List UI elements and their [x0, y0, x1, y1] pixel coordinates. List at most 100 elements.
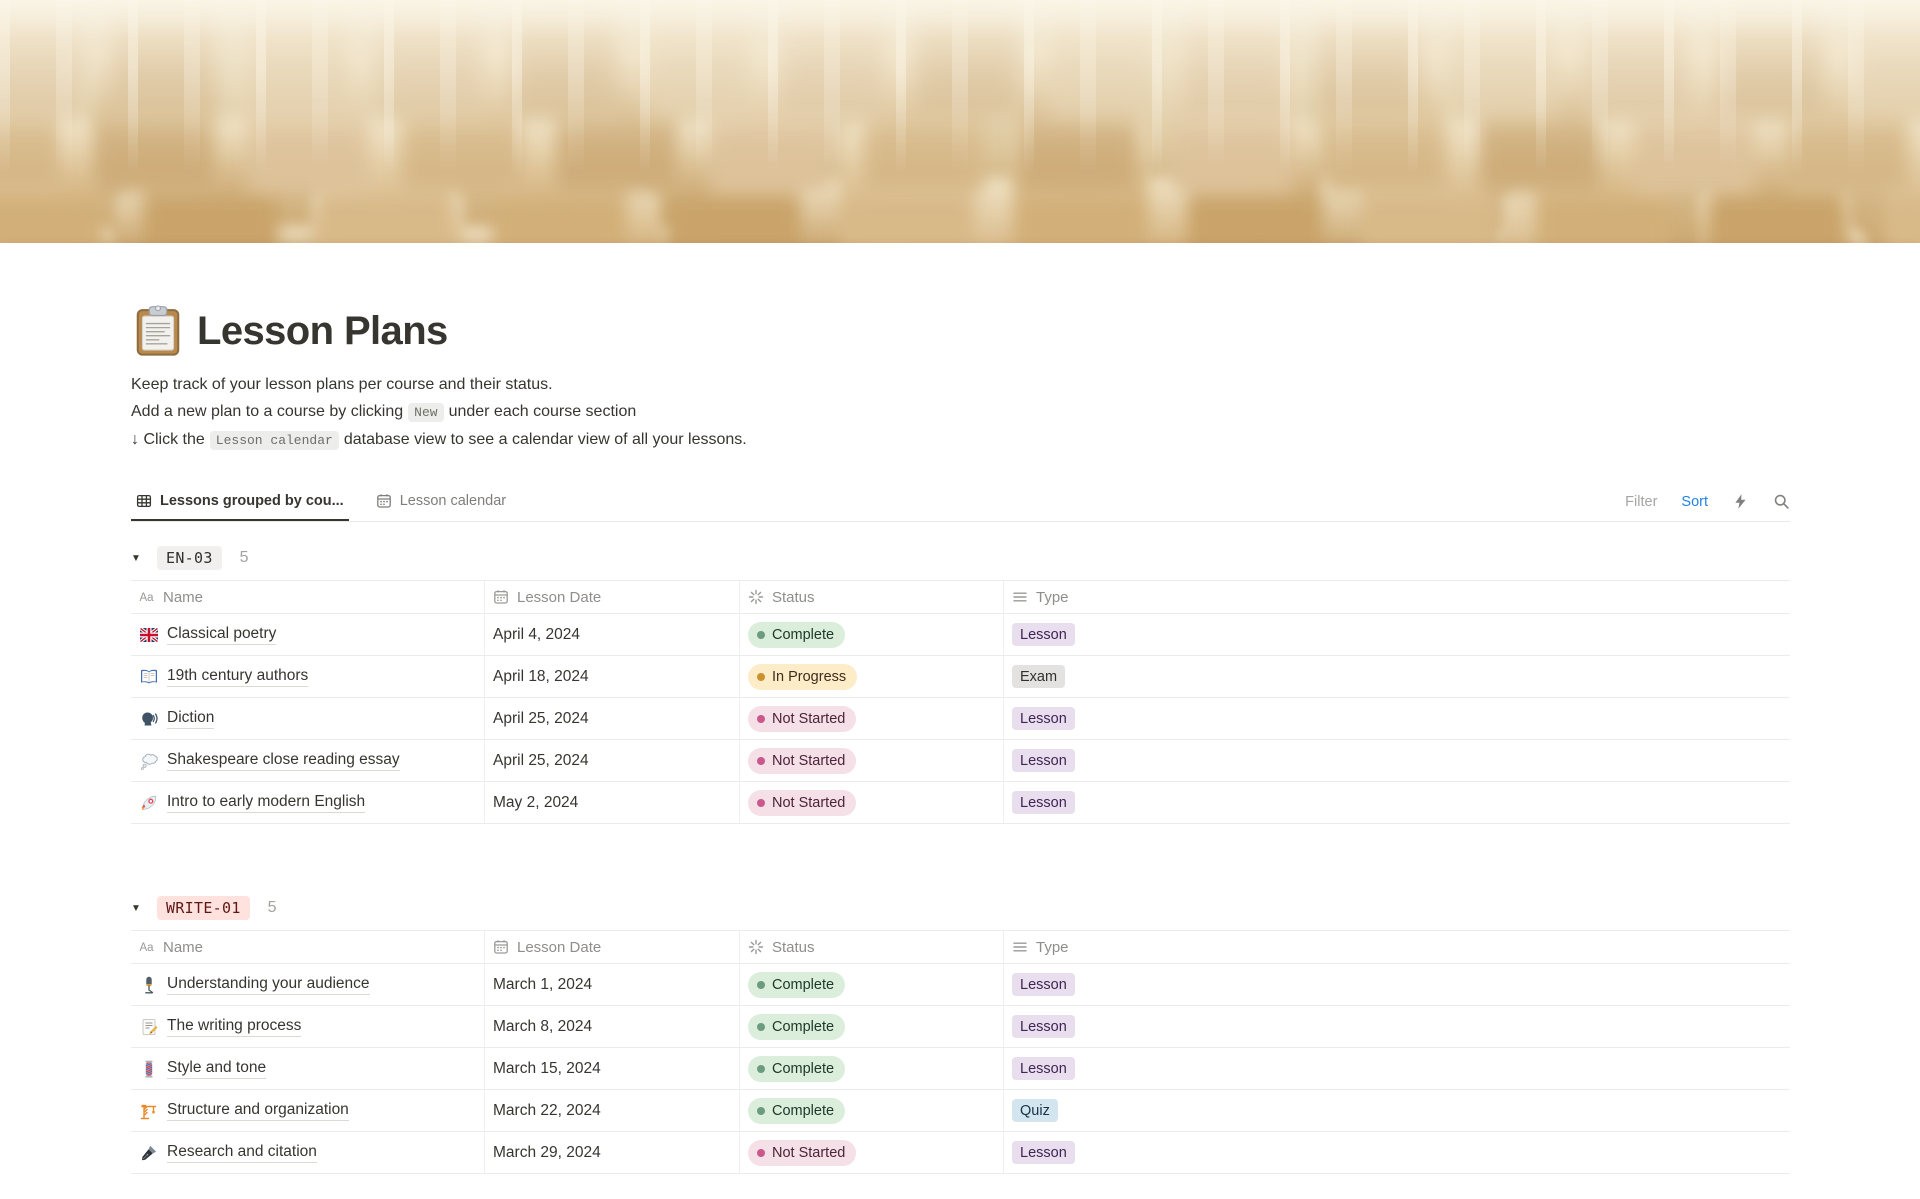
status-label: Not Started	[772, 1144, 846, 1161]
type-badge[interactable]: Quiz	[1012, 1099, 1058, 1122]
status-dot-icon	[757, 756, 765, 765]
group-tag[interactable]: EN-03	[157, 546, 222, 570]
list-icon	[1012, 939, 1028, 955]
type-badge[interactable]: Lesson	[1012, 623, 1075, 646]
lesson-date[interactable]: April 25, 2024	[485, 740, 740, 781]
clipboard-icon[interactable]	[131, 303, 185, 359]
tab-lessons-grouped-by-course[interactable]: Lessons grouped by cou...	[131, 482, 349, 521]
status-badge[interactable]: Complete	[748, 971, 846, 998]
tab-lesson-calendar[interactable]: Lesson calendar	[371, 482, 511, 521]
group-toggle-icon[interactable]: ▼	[131, 553, 157, 564]
status-badge[interactable]: Not Started	[748, 789, 857, 816]
table-row[interactable]: 19th century authors April 18, 2024 In P…	[131, 656, 1790, 698]
group-toggle-icon[interactable]: ▼	[131, 903, 157, 914]
status-badge[interactable]: Not Started	[748, 1139, 857, 1166]
type-cell: Lesson	[1004, 1006, 1790, 1047]
type-badge[interactable]: Lesson	[1012, 1015, 1075, 1038]
lesson-title[interactable]: Intro to early modern English	[167, 793, 366, 813]
inline-code-new: New	[408, 403, 444, 422]
lesson-title[interactable]: The writing process	[167, 1017, 302, 1037]
table-row[interactable]: Shakespeare close reading essay April 25…	[131, 740, 1790, 782]
page-title[interactable]: Lesson Plans	[197, 309, 448, 354]
status-badge[interactable]: Complete	[748, 1013, 846, 1040]
table-row[interactable]: Understanding your audience March 1, 202…	[131, 964, 1790, 1006]
type-badge[interactable]: Exam	[1012, 665, 1066, 688]
column-header-lesson-date[interactable]: Lesson Date	[485, 931, 740, 963]
notion-page: Lesson Plans Keep track of your lesson p…	[0, 0, 1920, 1199]
search-icon[interactable]	[1773, 493, 1790, 510]
status-badge[interactable]: Not Started	[748, 747, 857, 774]
type-badge[interactable]: Lesson	[1012, 1057, 1075, 1080]
status-dot-icon	[757, 1022, 765, 1031]
status-label: Complete	[772, 1060, 835, 1077]
status-dot-icon	[757, 714, 765, 723]
table-rows: Understanding your audience March 1, 202…	[131, 964, 1790, 1174]
table-row[interactable]: The writing process March 8, 2024 Comple…	[131, 1006, 1790, 1048]
text-icon	[139, 939, 155, 955]
uk-flag-icon	[139, 625, 159, 645]
lesson-title[interactable]: Classical poetry	[167, 625, 277, 645]
status-badge[interactable]: In Progress	[748, 663, 858, 690]
lightning-icon[interactable]	[1732, 493, 1749, 510]
description-text: Add a new plan to a course by clicking	[131, 403, 404, 420]
lesson-date[interactable]: March 15, 2024	[485, 1048, 740, 1089]
lesson-title[interactable]: Understanding your audience	[167, 975, 370, 995]
type-badge[interactable]: Lesson	[1012, 749, 1075, 772]
table-row[interactable]: Style and tone March 15, 2024 Complete L…	[131, 1048, 1790, 1090]
table-row[interactable]: Diction April 25, 2024 Not Started Lesso…	[131, 698, 1790, 740]
lesson-date[interactable]: April 4, 2024	[485, 614, 740, 655]
barber-pole-icon	[139, 1059, 159, 1079]
column-label: Type	[1036, 938, 1069, 956]
filter-button[interactable]: Filter	[1625, 494, 1657, 510]
column-label: Status	[772, 938, 815, 956]
status-cell: Not Started	[740, 782, 1004, 823]
status-cell: Complete	[740, 614, 1004, 655]
table-row[interactable]: Research and citation March 29, 2024 Not…	[131, 1132, 1790, 1174]
status-badge[interactable]: Complete	[748, 1055, 846, 1082]
type-badge[interactable]: Lesson	[1012, 973, 1075, 996]
type-badge[interactable]: Lesson	[1012, 707, 1075, 730]
memo-icon	[139, 1017, 159, 1037]
status-badge[interactable]: Complete	[748, 621, 846, 648]
lesson-date[interactable]: March 29, 2024	[485, 1132, 740, 1173]
lesson-date[interactable]: April 25, 2024	[485, 698, 740, 739]
lesson-date[interactable]: April 18, 2024	[485, 656, 740, 697]
status-badge[interactable]: Not Started	[748, 705, 857, 732]
lesson-date[interactable]: March 8, 2024	[485, 1006, 740, 1047]
table-row[interactable]: Structure and organization March 22, 202…	[131, 1090, 1790, 1132]
lesson-title[interactable]: Research and citation	[167, 1143, 317, 1163]
status-label: Complete	[772, 1018, 835, 1035]
status-cell: Complete	[740, 964, 1004, 1005]
lesson-title[interactable]: Style and tone	[167, 1059, 267, 1079]
lesson-title[interactable]: 19th century authors	[167, 667, 309, 687]
status-dot-icon	[757, 672, 765, 681]
group-tag[interactable]: WRITE-01	[157, 896, 250, 920]
sort-button[interactable]: Sort	[1681, 494, 1708, 510]
lesson-date[interactable]: May 2, 2024	[485, 782, 740, 823]
description-line-2: Add a new plan to a course by clicking Ne…	[131, 398, 1790, 426]
table-row[interactable]: Classical poetry April 4, 2024 Complete …	[131, 614, 1790, 656]
lesson-date[interactable]: March 22, 2024	[485, 1090, 740, 1131]
lesson-title[interactable]: Diction	[167, 709, 215, 729]
cover-image[interactable]	[0, 0, 1920, 243]
lesson-title[interactable]: Shakespeare close reading essay	[167, 751, 400, 771]
table-row[interactable]: Intro to early modern English May 2, 202…	[131, 782, 1790, 824]
column-header-status[interactable]: Status	[740, 931, 1004, 963]
column-header-lesson-date[interactable]: Lesson Date	[485, 581, 740, 613]
column-header-type[interactable]: Type	[1004, 931, 1790, 963]
column-header-status[interactable]: Status	[740, 581, 1004, 613]
column-header-type[interactable]: Type	[1004, 581, 1790, 613]
type-badge[interactable]: Lesson	[1012, 1141, 1075, 1164]
lesson-title[interactable]: Structure and organization	[167, 1101, 349, 1121]
lesson-date[interactable]: March 1, 2024	[485, 964, 740, 1005]
type-badge[interactable]: Lesson	[1012, 791, 1075, 814]
name-cell: Shakespeare close reading essay	[131, 740, 485, 781]
column-label: Lesson Date	[517, 588, 602, 606]
inline-code-lesson-calendar: Lesson calendar	[209, 431, 339, 450]
column-header-name[interactable]: Name	[131, 581, 485, 613]
calendar-icon	[493, 589, 509, 605]
status-badge[interactable]: Complete	[748, 1097, 846, 1124]
table-rows: Classical poetry April 4, 2024 Complete …	[131, 614, 1790, 824]
description-text: database view to see a calendar view of …	[343, 431, 747, 448]
column-header-name[interactable]: Name	[131, 931, 485, 963]
